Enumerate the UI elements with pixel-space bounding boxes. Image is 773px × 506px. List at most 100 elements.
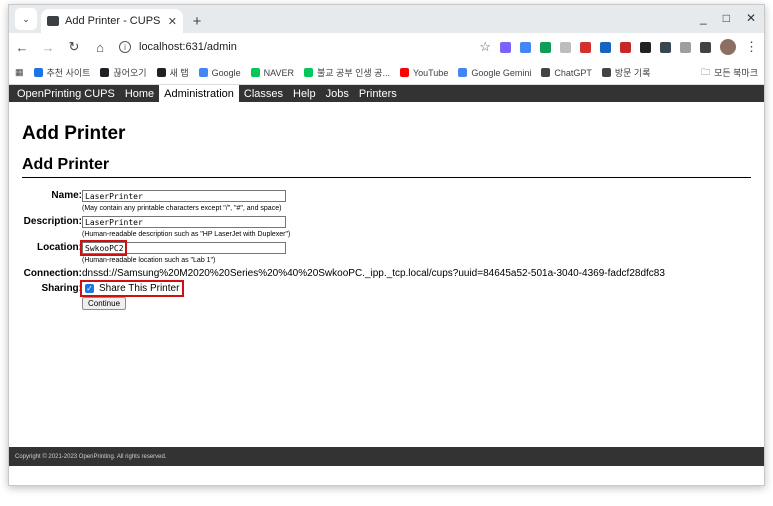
blog-icon (303, 68, 313, 77)
sharing-label: Sharing: (41, 283, 82, 294)
extension-icon[interactable] (580, 41, 591, 53)
bookmark-item[interactable]: Google Gemini (458, 68, 531, 78)
extension-icon[interactable] (500, 41, 511, 53)
extension-icon[interactable] (660, 41, 671, 53)
name-hint-row: (May contain any printable characters ex… (22, 203, 762, 214)
bookmark-star-icon[interactable]: ☆ (479, 39, 491, 55)
bookmark-label: 새 탭 (169, 68, 189, 78)
location-input[interactable] (82, 242, 286, 254)
close-window-button[interactable]: ✕ (746, 11, 756, 25)
bookmark-item[interactable]: NAVER (250, 67, 294, 78)
share-printer-label: Share This Printer (99, 283, 180, 294)
browser-toolbar: ← → ↻ ⌂ i localhost:631/admin ☆ ⋮ (9, 33, 764, 61)
extension-icon[interactable] (680, 41, 691, 53)
folder-icon: 🗀 (701, 66, 711, 77)
share-printer-checkbox-group[interactable]: ✓ Share This Printer (79, 280, 185, 297)
maximize-button[interactable]: □ (723, 11, 730, 25)
tab-title: Add Printer - CUPS 2.4.16 (65, 15, 162, 27)
bookmark-label: 불교 공부 인생 공... (316, 68, 390, 78)
description-hint: (Human-readable description such as "HP … (82, 231, 291, 238)
nav-link-openprinting-cups[interactable]: OpenPrinting CUPS (12, 85, 120, 102)
chevron-down-icon: ⌄ (22, 13, 30, 24)
connection-value: dnssd://Samsung%20M2020%20Series%20%40%2… (82, 268, 665, 279)
google-icon (198, 68, 208, 77)
extensions-puzzle-icon[interactable] (700, 41, 711, 53)
new-tab-button[interactable]: + (187, 10, 207, 32)
extensions-row: ☆ ⋮ (479, 39, 758, 55)
section-divider (22, 177, 751, 178)
printer-favicon-icon (47, 16, 59, 26)
forward-arrow-icon[interactable]: → (41, 40, 55, 55)
nav-link-jobs[interactable]: Jobs (321, 85, 354, 102)
home-icon[interactable]: ⌂ (93, 40, 107, 55)
bookmark-item[interactable]: ChatGPT (541, 68, 592, 78)
page-title: Add Printer (22, 123, 126, 144)
bookmark-item[interactable]: 방문 기록 (601, 66, 651, 79)
bookmark-label: 방문 기록 (614, 68, 651, 78)
nav-link-printers[interactable]: Printers (354, 85, 402, 102)
address-bar[interactable]: i localhost:631/admin (119, 41, 237, 53)
bookmarks-bar: ▦ 추천 사이트 끊어오기 새 탭 Google NAVER 불교 공부 인생 공... Y… (9, 61, 764, 85)
nav-link-home[interactable]: Home (120, 85, 159, 102)
bookmark-item[interactable]: 끊어오기 (100, 66, 147, 79)
name-input[interactable] (82, 190, 286, 202)
browser-tab[interactable]: Add Printer - CUPS 2.4.16 ✕ (41, 9, 183, 33)
bookmark-label: 끊어오기 (113, 68, 147, 78)
more-menu-icon[interactable]: ⋮ (745, 39, 758, 55)
naver-icon (250, 68, 260, 77)
location-row: Location: (22, 240, 762, 256)
description-hint-row: (Human-readable description such as "HP … (22, 229, 762, 240)
chatgpt-icon (541, 68, 551, 77)
location-hint-row: (Human-readable location such as "Lab 1"… (22, 255, 762, 266)
tab-strip: ⌄ Add Printer - CUPS 2.4.16 ✕ + _ □ ✕ (9, 5, 764, 33)
bookmark-label: NAVER (263, 67, 294, 78)
profile-avatar[interactable] (720, 39, 736, 55)
gemini-icon (458, 68, 468, 77)
back-arrow-icon[interactable]: ← (15, 40, 29, 55)
all-bookmarks-label: 모든 북마크 (714, 68, 758, 78)
bookmark-label: Google Gemini (471, 67, 532, 78)
site-info-icon[interactable]: i (119, 41, 131, 53)
bookmark-item[interactable]: 불교 공부 인생 공... (303, 66, 390, 79)
bookmark-item[interactable]: YouTube (399, 68, 448, 78)
browser-window: ⌄ Add Printer - CUPS 2.4.16 ✕ + _ □ ✕ ← … (8, 4, 765, 486)
window-controls: _ □ ✕ (700, 11, 756, 25)
nav-link-classes[interactable]: Classes (239, 85, 288, 102)
nav-link-help[interactable]: Help (288, 85, 321, 102)
close-icon[interactable]: ✕ (168, 15, 177, 28)
bookmark-item[interactable]: 추천 사이트 (33, 66, 91, 79)
section-title: Add Printer (22, 156, 110, 173)
all-bookmarks-folder[interactable]: 🗀 모든 북마크 (701, 65, 758, 81)
location-hint: (Human-readable location such as "Lab 1"… (82, 257, 216, 264)
apps-grid-icon[interactable]: ▦ (15, 67, 24, 78)
continue-button[interactable]: Continue (82, 297, 127, 310)
location-label: Location: (37, 242, 82, 253)
name-row: Name: (22, 190, 762, 203)
search-icon (33, 68, 43, 77)
extension-icon[interactable] (640, 41, 651, 53)
sharing-row: Sharing: ✓ Share This Printer (22, 280, 762, 297)
link-icon (100, 68, 110, 77)
extension-icon[interactable] (620, 41, 631, 53)
name-hint: (May contain any printable characters ex… (82, 205, 282, 212)
description-input[interactable] (82, 216, 286, 228)
compass-icon (156, 68, 166, 77)
reload-icon[interactable]: ↻ (67, 39, 81, 55)
extension-icon[interactable] (540, 41, 551, 53)
page-footer: Copyright © 2021-2023 OpenPrinting. All … (9, 447, 764, 466)
history-icon (601, 68, 611, 77)
connection-label: Connection: (23, 268, 82, 279)
extension-icon[interactable] (600, 41, 611, 53)
extension-icon[interactable] (520, 41, 531, 53)
minimize-button[interactable]: _ (700, 11, 707, 25)
youtube-icon (399, 68, 409, 77)
continue-row: Continue (22, 297, 762, 312)
bookmark-label: 추천 사이트 (46, 68, 91, 78)
tab-search-menu-button[interactable]: ⌄ (15, 8, 37, 30)
add-printer-form: Name: (May contain any printable charact… (22, 190, 762, 312)
nav-link-administration[interactable]: Administration (159, 85, 239, 102)
bookmark-item[interactable]: 새 탭 (156, 66, 189, 79)
bookmark-item[interactable]: Google (198, 68, 241, 78)
share-printer-checkbox[interactable]: ✓ (85, 284, 94, 293)
extension-icon[interactable] (560, 41, 571, 53)
